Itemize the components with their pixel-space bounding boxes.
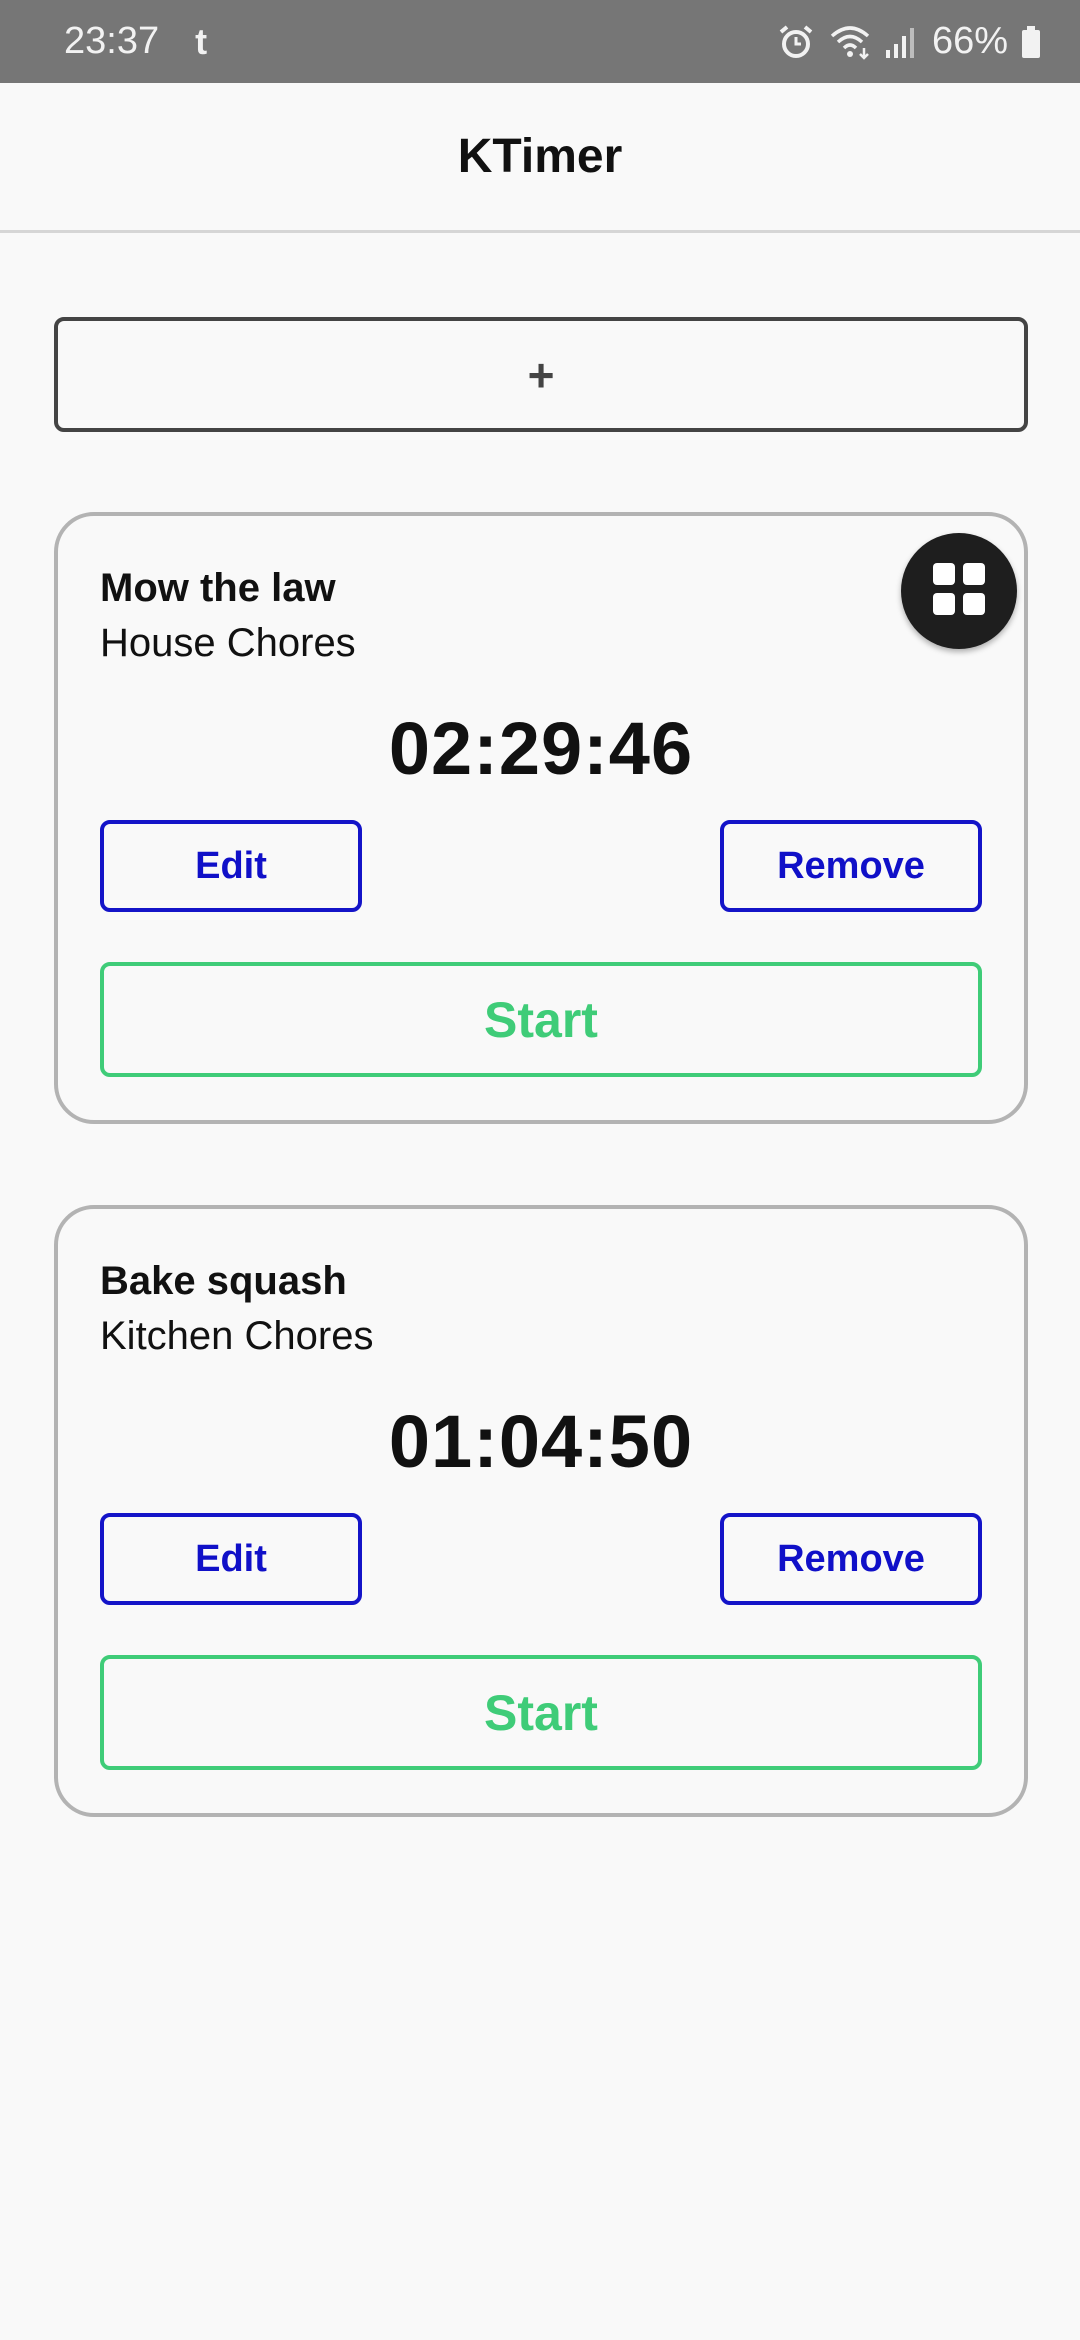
- remove-label: Remove: [777, 1537, 925, 1580]
- status-right: 66%: [776, 20, 1042, 63]
- timer-card: Mow the law House Chores 02:29:46 Edit R…: [54, 512, 1028, 1124]
- edit-button[interactable]: Edit: [100, 820, 362, 912]
- start-label: Start: [484, 1684, 598, 1741]
- timer-card: Bake squash Kitchen Chores 01:04:50 Edit…: [54, 1205, 1028, 1817]
- edit-button[interactable]: Edit: [100, 1513, 362, 1605]
- add-timer-button[interactable]: +: [54, 317, 1028, 432]
- notification-icon: t: [195, 20, 208, 62]
- start-label: Start: [484, 991, 598, 1048]
- status-left: 23:37 t: [64, 20, 207, 63]
- battery-icon: [1020, 22, 1042, 62]
- timer-name: Bake squash: [100, 1259, 347, 1303]
- timer-display: 02:29:46: [388, 707, 694, 790]
- status-bar: 23:37 t 66%: [0, 0, 1080, 83]
- timer-category: House Chores: [100, 621, 356, 665]
- status-time: 23:37: [64, 20, 160, 62]
- timer-display: 01:04:50: [388, 1400, 694, 1483]
- remove-label: Remove: [777, 844, 925, 887]
- remove-button[interactable]: Remove: [720, 1513, 982, 1605]
- wifi-icon: [828, 22, 872, 62]
- battery-text: 66%: [931, 20, 1008, 62]
- signal-icon: [884, 22, 920, 62]
- add-label: +: [527, 348, 555, 401]
- edit-label: Edit: [195, 1537, 267, 1580]
- timer-category: Kitchen Chores: [100, 1314, 374, 1358]
- grid-icon: [931, 561, 987, 622]
- grid-view-button[interactable]: [901, 533, 1017, 649]
- alarm-icon: [776, 22, 816, 62]
- app-header: KTimer: [0, 83, 1080, 233]
- edit-label: Edit: [195, 844, 267, 887]
- start-button[interactable]: Start: [100, 1655, 982, 1770]
- start-button[interactable]: Start: [100, 962, 982, 1077]
- timer-name: Mow the law: [100, 566, 336, 610]
- remove-button[interactable]: Remove: [720, 820, 982, 912]
- app-title: KTimer: [457, 130, 623, 183]
